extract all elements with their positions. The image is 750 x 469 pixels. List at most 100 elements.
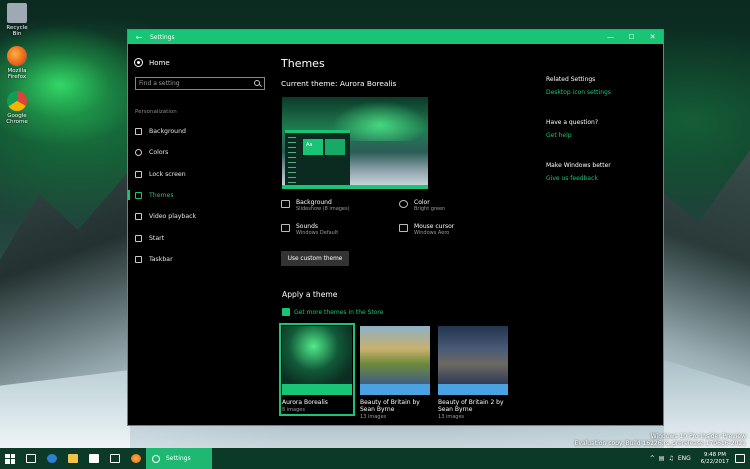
- sidebar-item-label: Lock screen: [149, 170, 186, 178]
- task-view-button[interactable]: [20, 448, 41, 469]
- desktop-icon-label: Recycle Bin: [6, 25, 28, 37]
- section-label: Personalization: [135, 109, 177, 115]
- related-settings-heading: Related Settings: [546, 76, 596, 83]
- sidebar-item-video-playback[interactable]: Video playback: [128, 209, 273, 223]
- windows-logo-icon: [5, 453, 15, 464]
- theme-count: 13 images: [438, 414, 465, 420]
- desktop-icon-settings-link[interactable]: Desktop icon settings: [546, 89, 611, 96]
- sidebar-item-label: Background: [149, 127, 186, 135]
- prop-value: Windows Default: [296, 230, 339, 236]
- current-theme-heading: Current theme: Aurora Borealis: [281, 79, 397, 88]
- sidebar: Home Personalization Background Colors L…: [128, 44, 273, 425]
- chrome-icon: [7, 91, 27, 111]
- start-button[interactable]: [0, 448, 20, 469]
- action-center-icon[interactable]: [735, 454, 745, 463]
- folder-icon: [67, 454, 78, 463]
- arrow-left-icon[interactable]: ←: [128, 33, 150, 42]
- start-icon: [135, 234, 142, 242]
- theme-thumbnail: [282, 326, 352, 384]
- theme-card-beauty-of-britain[interactable]: Beauty of Britain by Sean Byrne 13 image…: [360, 326, 430, 420]
- monitor-icon: [135, 170, 142, 178]
- theme-count: 8 images: [282, 407, 305, 413]
- sidebar-home[interactable]: Home: [134, 58, 170, 67]
- store-icon: [88, 454, 99, 463]
- question-heading: Have a question?: [546, 119, 599, 126]
- sidebar-item-lock-screen[interactable]: Lock screen: [128, 167, 273, 181]
- desktop-icon-firefox[interactable]: Mozilla Firefox: [3, 46, 31, 80]
- edge-button[interactable]: [41, 448, 62, 469]
- watermark-line2: Evaluation copy. Build 16226.rs_prerelea…: [574, 440, 746, 447]
- search-input[interactable]: [136, 78, 252, 89]
- store-bag-icon: [282, 308, 290, 316]
- sidebar-item-label: Taskbar: [149, 255, 173, 263]
- use-custom-theme-button[interactable]: Use custom theme: [281, 251, 349, 266]
- preview-mini-window: Aa: [285, 130, 350, 189]
- settings-window: ← Settings — ☐ ✕ Home Personalization Ba…: [127, 29, 664, 426]
- desktop-icon-recycle-bin[interactable]: Recycle Bin: [3, 3, 31, 37]
- title-bar[interactable]: ← Settings — ☐ ✕: [128, 30, 663, 44]
- sidebar-item-label: Video playback: [149, 212, 197, 220]
- preview-tile: Aa: [303, 139, 323, 155]
- search-box[interactable]: [135, 77, 265, 90]
- sidebar-item-background[interactable]: Background: [128, 124, 273, 138]
- taskbar-settings-label: Settings: [166, 455, 191, 462]
- prop-value: Bright green: [414, 206, 446, 212]
- desktop-icon-label: Google Chrome: [6, 113, 28, 125]
- minimize-button[interactable]: —: [600, 33, 621, 41]
- theme-preview: Aa: [282, 97, 428, 189]
- prop-value: Windows Aero: [414, 230, 450, 236]
- sidebar-item-start[interactable]: Start: [128, 231, 273, 245]
- firefox-button[interactable]: [125, 448, 146, 469]
- apply-theme-heading: Apply a theme: [282, 290, 338, 299]
- home-gear-icon: [134, 58, 143, 67]
- language-indicator[interactable]: ENG: [678, 455, 691, 462]
- prop-name: Color: [414, 199, 430, 206]
- taskbar: Settings ^ ▤ ♫ ENG 9:48 PM 6/22/2017: [0, 448, 750, 469]
- file-explorer-button[interactable]: [62, 448, 83, 469]
- close-button[interactable]: ✕: [642, 33, 663, 41]
- get-help-link[interactable]: Get help: [546, 132, 572, 139]
- theme-card-aurora-borealis[interactable]: Aurora Borealis 8 images: [279, 323, 355, 416]
- picture-icon: [135, 127, 142, 135]
- sidebar-item-themes[interactable]: Themes: [128, 188, 273, 202]
- window-title: Settings: [150, 33, 175, 41]
- desktop-icon-label: Mozilla Firefox: [7, 68, 27, 80]
- theme-color-strip: [360, 384, 430, 395]
- prop-background[interactable]: Background Slideshow (8 images): [281, 199, 350, 213]
- brush-icon: [135, 191, 142, 199]
- prop-mouse-cursor[interactable]: Mouse cursor Windows Aero: [399, 223, 454, 237]
- store-button[interactable]: [83, 448, 104, 469]
- taskbar-icon: [135, 255, 142, 263]
- taskbar-settings-button[interactable]: Settings: [146, 448, 212, 469]
- search-icon[interactable]: [252, 78, 264, 89]
- system-tray: ^ ▤ ♫ ENG 9:48 PM 6/22/2017: [650, 448, 750, 469]
- clock[interactable]: 9:48 PM 6/22/2017: [701, 452, 729, 466]
- firefox-icon: [130, 454, 141, 463]
- page-title: Themes: [281, 57, 325, 70]
- recycle-bin-icon: [7, 3, 27, 23]
- theme-thumbnail: [438, 326, 508, 384]
- picture-icon: [281, 200, 290, 208]
- prop-value: Slideshow (8 images): [296, 206, 350, 212]
- windows-better-heading: Make Windows better: [546, 162, 611, 169]
- network-icon[interactable]: ▤: [659, 455, 665, 462]
- prop-color[interactable]: Color Bright green: [399, 199, 445, 213]
- preview-tile: [325, 139, 345, 155]
- feedback-link[interactable]: Give us feedback: [546, 175, 598, 182]
- theme-color-strip: [282, 384, 352, 395]
- main-content: Themes Current theme: Aurora Borealis Aa…: [279, 44, 531, 425]
- prop-sounds[interactable]: Sounds Windows Default: [281, 223, 338, 237]
- show-hidden-icons-chevron-icon[interactable]: ^: [650, 455, 655, 462]
- desktop-icon-chrome[interactable]: Google Chrome: [3, 91, 31, 125]
- store-link[interactable]: Get more themes in the Store: [282, 308, 383, 316]
- sidebar-item-taskbar[interactable]: Taskbar: [128, 252, 273, 266]
- maximize-button[interactable]: ☐: [621, 33, 642, 41]
- sidebar-item-colors[interactable]: Colors: [128, 145, 273, 159]
- clock-time: 9:48 PM: [703, 451, 726, 458]
- theme-card-beauty-of-britain-2[interactable]: Beauty of Britain 2 by Sean Byrne 13 ima…: [438, 326, 508, 420]
- prop-name: Background: [296, 199, 332, 206]
- preview-sidebar: [288, 137, 296, 187]
- mail-button[interactable]: [104, 448, 125, 469]
- palette-icon: [135, 148, 142, 156]
- volume-icon[interactable]: ♫: [668, 455, 673, 462]
